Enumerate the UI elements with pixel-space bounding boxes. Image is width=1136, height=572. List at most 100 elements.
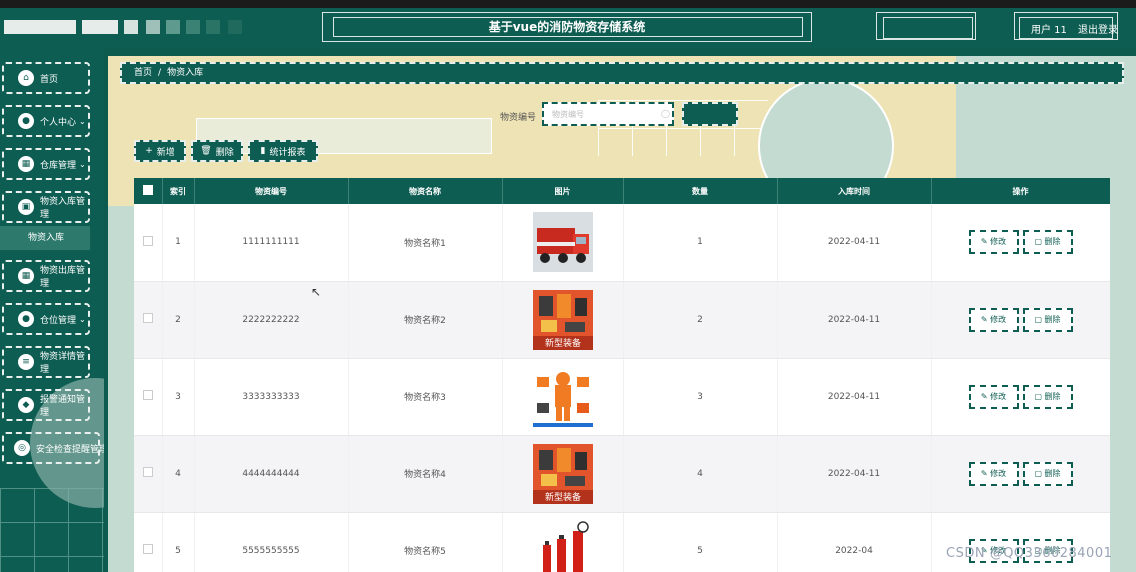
table-row[interactable]: 4 4444444444 物资名称4 新型装备 4 2022-04-11 ✎ 修改 ▢ 删除 xyxy=(134,435,1110,513)
row-delete-button[interactable]: ▢ 删除 xyxy=(1022,384,1073,409)
column-header: 入库时间 xyxy=(777,178,932,204)
search-button[interactable] xyxy=(682,102,738,126)
deco-frame xyxy=(876,12,976,40)
deco-grid xyxy=(0,488,104,572)
sidebar-item-label: 仓位管理 xyxy=(40,315,77,326)
row-index: 4 xyxy=(162,435,195,513)
sidebar-item-alarm[interactable]: ◆ 报警通知管理 xyxy=(2,389,90,421)
fire-truck-image[interactable] xyxy=(532,212,593,273)
breadcrumb: 首页 / 物资入库 xyxy=(120,62,1124,84)
trash-icon: ▢ xyxy=(1034,391,1045,401)
row-checkbox[interactable] xyxy=(142,390,153,400)
edit-button[interactable]: ✎ 修改 xyxy=(968,230,1019,255)
sidebar-subitem-stock-in[interactable]: 物资入库 xyxy=(0,226,90,250)
delete-button[interactable]: 🗑 删除 xyxy=(191,140,243,162)
sidebar-item-details[interactable]: ≡ 物资详情管理 xyxy=(2,346,90,378)
deco-panel xyxy=(108,206,136,572)
breadcrumb-current: 物资入库 xyxy=(167,68,204,78)
search-input[interactable] xyxy=(542,102,674,126)
add-button[interactable]: + 新增 xyxy=(134,140,186,162)
sidebar-item-label: 仓库管理 xyxy=(40,160,77,171)
gear-poster-image[interactable]: 新型装备 xyxy=(532,289,593,350)
column-header: 数量 xyxy=(623,178,778,204)
row-select-cell[interactable] xyxy=(134,281,163,359)
row-code: 3333333333 xyxy=(194,358,349,436)
column-header: 操作 xyxy=(931,178,1110,204)
row-delete-label: 删除 xyxy=(1044,237,1061,247)
row-image[interactable] xyxy=(502,512,624,572)
row-checkbox[interactable] xyxy=(142,235,153,246)
app-title: 基于vue的消防物资存储系统 xyxy=(488,20,646,34)
row-delete-button[interactable]: ▢ 删除 xyxy=(1022,307,1073,332)
row-checkbox[interactable] xyxy=(142,467,153,477)
list-icon: ≡ xyxy=(18,354,34,370)
bell-icon: ◎ xyxy=(14,440,30,456)
row-delete-button[interactable]: ▢ 删除 xyxy=(1022,230,1073,255)
sidebar: ⌂ 首页 ● 个人中心 ⌄ ▦ 仓库管理 ⌄ ▣ 物资入库管理 物资入库 ▦ 物… xyxy=(0,48,104,572)
sidebar-item-label: 个人中心 xyxy=(40,117,77,128)
grid-icon: ▦ xyxy=(18,156,34,172)
gear-poster-image[interactable]: 新型装备 xyxy=(532,443,593,504)
edit-button[interactable]: ✎ 修改 xyxy=(968,384,1019,409)
extinguishers-image[interactable] xyxy=(532,520,593,572)
row-name: 物资名称5 xyxy=(348,512,503,572)
select-all-checkbox[interactable] xyxy=(142,185,153,195)
row-actions: ✎ 修改 ▢ 删除 xyxy=(931,281,1110,359)
row-image[interactable] xyxy=(502,204,624,282)
row-delete-label: 删除 xyxy=(1044,468,1061,478)
row-actions: ✎ 修改 ▢ 删除 xyxy=(931,204,1110,282)
sidebar-item-position[interactable]: ● 仓位管理 ⌄ xyxy=(2,303,90,335)
row-select-cell[interactable] xyxy=(134,204,163,282)
sidebar-item-home[interactable]: ⌂ 首页 xyxy=(2,62,90,94)
row-checkbox[interactable] xyxy=(142,313,153,323)
row-image[interactable]: 新型装备 xyxy=(502,435,624,513)
sidebar-item-stock-out[interactable]: ▦ 物资出库管理 xyxy=(2,260,90,292)
sidebar-item-stock-in[interactable]: ▣ 物资入库管理 xyxy=(2,191,90,223)
sidebar-item-warehouse[interactable]: ▦ 仓库管理 ⌄ xyxy=(2,148,90,180)
sidebar-item-safety[interactable]: ◎ 安全检查提醒管理 xyxy=(2,432,104,464)
stats-button[interactable]: ▮ 统计报表 xyxy=(248,140,318,162)
row-delete-label: 删除 xyxy=(1044,314,1061,324)
row-image[interactable]: 新型装备 xyxy=(502,281,624,359)
select-all-cell[interactable] xyxy=(134,178,163,204)
trash-icon: ▢ xyxy=(1034,468,1045,478)
row-actions: ✎ 修改 ▢ 删除 xyxy=(931,512,1110,572)
chevron-down-icon: ⌄ xyxy=(79,116,86,126)
top-bar: 基于vue的消防物资存储系统 用户 11 退出登录 xyxy=(0,0,1136,48)
mouse-cursor-icon: ↖ xyxy=(311,285,322,299)
deco-square xyxy=(186,20,200,34)
table-row[interactable]: 2 2222222222 物资名称2 新型装备 2 2022-04-11 ✎ 修改 ▢ 删除 xyxy=(134,281,1110,359)
trash-icon: ▢ xyxy=(1034,314,1045,324)
search-label: 物资编号 xyxy=(500,113,537,123)
row-image[interactable] xyxy=(502,358,624,436)
row-select-cell[interactable] xyxy=(134,512,163,572)
trash-icon: 🗑 xyxy=(200,146,212,156)
row-date: 2022-04-11 xyxy=(777,204,932,282)
sidebar-item-profile[interactable]: ● 个人中心 ⌄ xyxy=(2,105,90,137)
deco-block xyxy=(4,20,76,34)
row-delete-button[interactable]: ▢ 删除 xyxy=(1022,461,1073,486)
user-icon: ● xyxy=(18,311,34,327)
row-code: 4444444444 xyxy=(194,435,349,513)
logout-link[interactable]: 退出登录 xyxy=(1078,21,1118,36)
row-checkbox[interactable] xyxy=(142,544,153,554)
table-row[interactable]: 3 3333333333 物资名称3 3 2022-04-11 ✎ 修改 ▢ 删除 xyxy=(134,358,1110,436)
deco-square xyxy=(124,20,138,34)
row-select-cell[interactable] xyxy=(134,435,163,513)
edit-button[interactable]: ✎ 修改 xyxy=(968,461,1019,486)
chart-icon: ▮ xyxy=(260,146,266,156)
user-icon: ● xyxy=(18,113,34,129)
row-code: 5555555555 xyxy=(194,512,349,572)
row-quantity: 2 xyxy=(623,281,778,359)
table-row[interactable]: 1 1111111111 物资名称1 1 2022-04-11 ✎ 修改 ▢ 删除 xyxy=(134,204,1110,282)
table-row[interactable]: 5 5555555555 物资名称5 5 2022-04 ✎ 修改 ▢ 删除 xyxy=(134,512,1110,572)
edit-button[interactable]: ✎ 修改 xyxy=(968,307,1019,332)
sidebar-item-label: 物资详情管理 xyxy=(40,352,86,375)
table-header-row: 索引 物资编号 物资名称 图片 数量 入库时间 操作 xyxy=(134,178,1110,204)
breadcrumb-home[interactable]: 首页 xyxy=(134,68,152,78)
column-header: 物资编号 xyxy=(194,178,349,204)
edit-icon: ✎ xyxy=(980,314,991,324)
fire-suit-image[interactable] xyxy=(532,366,593,427)
clear-icon[interactable]: ◯ xyxy=(661,109,670,118)
row-select-cell[interactable] xyxy=(134,358,163,436)
